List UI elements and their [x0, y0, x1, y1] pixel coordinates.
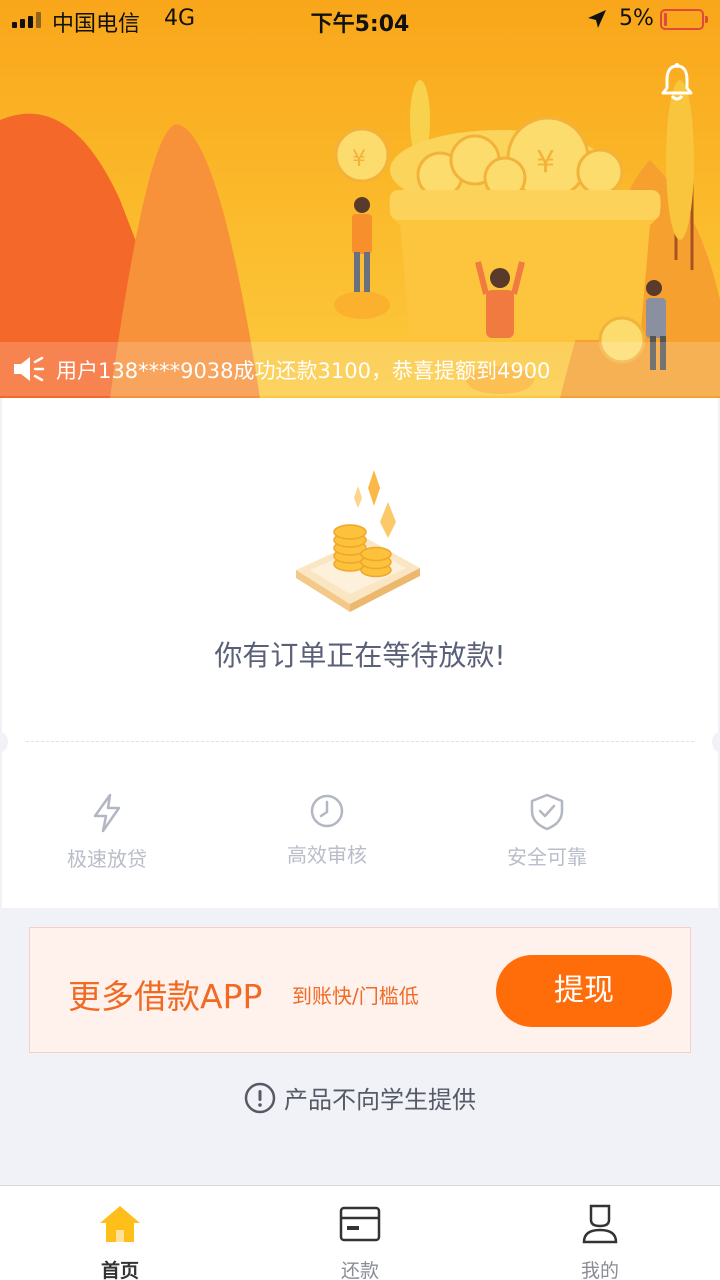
- tab-label: 我的: [580, 1260, 619, 1280]
- feature-efficient-review: 高效审核: [257, 793, 397, 868]
- bottom-tab-bar: 首页 还款 我的: [0, 1185, 720, 1280]
- card-notch-right: [712, 732, 720, 752]
- hero-banner: ¥ ¥ 中国电信 4G 下午5:04 5% 用户138****9038成功还款3…: [0, 0, 720, 398]
- more-loan-apps-banner[interactable]: 更多借款APP 到账快/门槛低 提现: [29, 927, 691, 1053]
- loan-status-card: 你有订单正在等待放款! 极速放贷 高效审核 安全可靠: [0, 398, 720, 908]
- hero-illustration: ¥ ¥: [0, 80, 720, 398]
- feature-label: 极速放贷: [67, 847, 147, 871]
- tab-home[interactable]: 首页: [0, 1186, 240, 1280]
- home-icon: [100, 1206, 140, 1242]
- feature-fast-loan: 极速放贷: [37, 793, 177, 872]
- tab-label: 还款: [340, 1260, 379, 1280]
- exclamation-circle-icon: [244, 1082, 276, 1113]
- coin-tray-illustration: [296, 470, 420, 612]
- svg-text:¥: ¥: [536, 145, 555, 180]
- feature-label: 高效审核: [287, 843, 367, 867]
- withdraw-button[interactable]: 提现: [496, 955, 672, 1027]
- promo-title: 更多借款APP: [68, 977, 263, 1016]
- feature-label: 安全可靠: [507, 845, 587, 869]
- tab-repayment[interactable]: 还款: [240, 1186, 480, 1280]
- clock-icon: [310, 794, 344, 828]
- svg-text:¥: ¥: [352, 147, 366, 172]
- shield-check-icon: [530, 793, 564, 831]
- bell-icon[interactable]: [660, 62, 694, 102]
- clock: 下午5:04: [310, 12, 410, 37]
- user-icon: [582, 1204, 618, 1244]
- battery-icon: [660, 9, 708, 30]
- battery-percent: 5%: [619, 6, 654, 31]
- dashed-divider: [26, 741, 694, 742]
- student-warning-text: 产品不向学生提供: [284, 1086, 476, 1114]
- speaker-icon: [14, 356, 45, 382]
- card-icon: [339, 1206, 381, 1242]
- tab-mine[interactable]: 我的: [480, 1186, 720, 1280]
- status-bar: 中国电信 4G 下午5:04 5%: [0, 0, 720, 40]
- tab-label: 首页: [100, 1260, 139, 1280]
- promo-subtitle: 到账快/门槛低: [292, 984, 419, 1008]
- loan-status-message: 你有订单正在等待放款!: [214, 639, 506, 672]
- student-warning: 产品不向学生提供: [0, 1080, 720, 1118]
- location-arrow-icon: [588, 10, 606, 28]
- card-notch-left: [0, 732, 8, 752]
- notice-text: 用户138****9038成功还款3100，恭喜提额到4900: [56, 359, 551, 383]
- notice-bar: 用户138****9038成功还款3100，恭喜提额到4900: [0, 342, 720, 396]
- feature-safe-reliable: 安全可靠: [477, 793, 617, 870]
- lightning-icon: [93, 793, 121, 833]
